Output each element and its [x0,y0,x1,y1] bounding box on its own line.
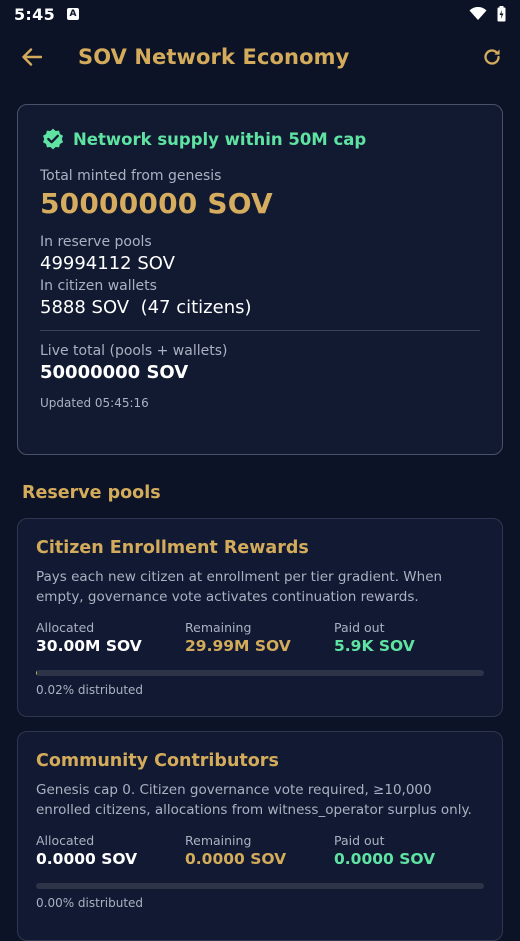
pool-title: Citizen Enrollment Rewards [36,538,484,558]
stat-paid-out: Paid out 0.0000 SOV [334,833,483,868]
section-title: Reserve pools [22,483,161,503]
page-title: SOV Network Economy [78,45,478,69]
distribution-progress-bar [36,883,484,889]
back-button[interactable] [18,43,46,71]
stat-label: Allocated [36,833,185,848]
stat-label: Paid out [334,833,483,848]
distributed-percent: 0.00% distributed [36,896,484,910]
stat-remaining: Remaining 0.0000 SOV [185,833,334,868]
arrow-left-icon [22,48,42,66]
stat-value: 0.0000 SOV [36,850,185,868]
verified-row: Network supply within 50M cap [41,127,480,151]
verified-text: Network supply within 50M cap [73,130,366,149]
total-minted-value: 50000000 SOV [40,187,480,220]
reserve-value: 49994112 SOV [40,253,480,274]
stat-label: Remaining [185,833,334,848]
distribution-progress-bar [36,670,484,676]
app-bar: SOV Network Economy [0,28,520,86]
stat-label: Paid out [334,620,483,635]
wallets-label: In citizen wallets [40,278,480,294]
refresh-button[interactable] [478,43,506,71]
distributed-percent: 0.02% distributed [36,683,484,697]
reserve-label: In reserve pools [40,234,480,250]
stat-value: 0.0000 SOV [334,850,483,868]
pool-card: Citizen Enrollment Rewards Pays each new… [17,518,503,717]
wallets-value: 5888 SOV (47 citizens) [40,297,480,318]
live-total-label: Live total (pools + wallets) [40,343,480,359]
divider [40,330,480,331]
battery-icon [497,6,506,22]
status-right [469,6,506,22]
pool-title: Community Contributors [36,751,484,771]
stat-value: 5.9K SOV [334,637,483,655]
stat-remaining: Remaining 29.99M SOV [185,620,334,655]
notification-icon: A [67,8,79,20]
verified-badge-icon [41,127,65,151]
supply-summary-card: Network supply within 50M cap Total mint… [17,104,503,455]
stat-allocated: Allocated 30.00M SOV [36,620,185,655]
pool-description: Genesis cap 0. Citizen governance vote r… [36,780,484,820]
live-total-value: 50000000 SOV [40,362,480,383]
stat-label: Allocated [36,620,185,635]
refresh-icon [482,47,502,67]
status-left: 5:45 A [14,5,79,24]
stat-value: 30.00M SOV [36,637,185,655]
status-bar: 5:45 A [0,0,520,28]
updated-timestamp: Updated 05:45:16 [40,396,480,410]
wifi-icon [469,7,487,21]
pool-stats: Allocated 0.0000 SOV Remaining 0.0000 SO… [36,833,484,868]
pool-description: Pays each new citizen at enrollment per … [36,567,484,607]
stat-allocated: Allocated 0.0000 SOV [36,833,185,868]
total-minted-label: Total minted from genesis [40,168,480,184]
status-time: 5:45 [14,5,55,24]
pool-stats: Allocated 30.00M SOV Remaining 29.99M SO… [36,620,484,655]
pool-card: Community Contributors Genesis cap 0. Ci… [17,731,503,941]
stat-value: 0.0000 SOV [185,850,334,868]
stat-label: Remaining [185,620,334,635]
stat-paid-out: Paid out 5.9K SOV [334,620,483,655]
stat-value: 29.99M SOV [185,637,334,655]
